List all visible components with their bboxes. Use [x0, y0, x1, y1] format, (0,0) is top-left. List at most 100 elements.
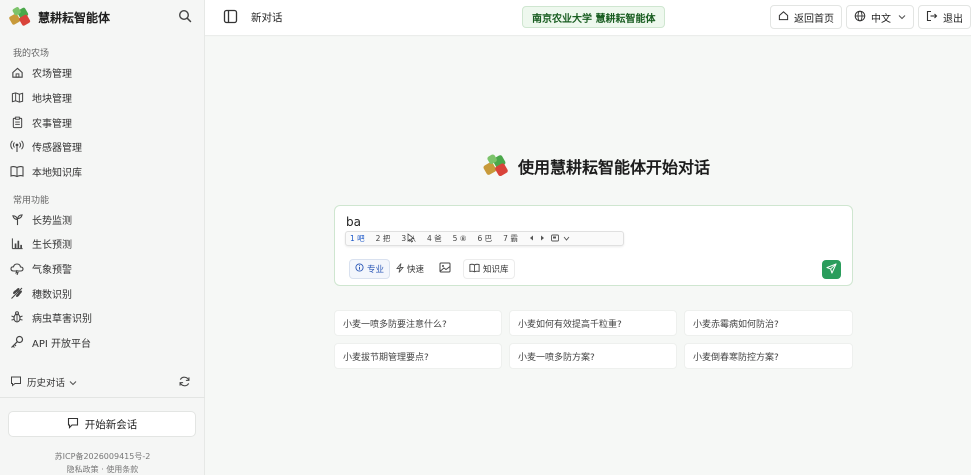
suggestion-card[interactable]: 小麦一喷多防方案?: [509, 343, 677, 369]
sidebar-item-growth-monitoring[interactable]: 长势监测: [10, 208, 196, 230]
history-icon: [10, 375, 22, 390]
new-chat-button[interactable]: 开始新会话: [8, 411, 196, 437]
clipboard-icon: [10, 115, 24, 129]
logout-icon: [926, 10, 938, 25]
suggestion-card[interactable]: 小麦赤霉病如何防治?: [684, 310, 853, 336]
image-icon: [439, 262, 451, 276]
knowledge-base-label: 知识库: [483, 265, 509, 275]
conversation-title: 新对话: [251, 12, 283, 24]
sidebar-item-farm-work[interactable]: 农事管理: [10, 111, 196, 133]
ime-candidate-bar[interactable]: 1 吧 2 把 3 八 4 爸 5 ⑧ 6 巴 7 霸: [345, 231, 624, 246]
section-label-my-farm: 我的农场: [13, 49, 50, 59]
sprout-icon: [10, 212, 24, 226]
home-label: 返回首页: [794, 13, 834, 25]
sidebar-item-sensor-management[interactable]: 传感器管理: [10, 135, 196, 157]
language-label: 中文: [871, 13, 891, 25]
sidebar-item-label: 生长预测: [32, 239, 72, 251]
chevron-down-icon: [69, 375, 77, 389]
book-icon: [469, 263, 480, 276]
sidebar-item-plot-management[interactable]: 地块管理: [10, 86, 196, 108]
suggestion-card[interactable]: 小麦拔节期管理要点?: [334, 343, 502, 369]
upload-image-button[interactable]: [436, 259, 456, 279]
chevron-down-icon[interactable]: [563, 234, 570, 243]
suggestion-card[interactable]: 小麦倒春寒防控方案?: [684, 343, 853, 369]
suggestion-card[interactable]: 小麦如何有效提高千粒重?: [509, 310, 677, 336]
chat-input-box[interactable]: ba 1 吧 2 把 3 八 4 爸 5 ⑧ 6 巴 7 霸 专业 快速 知识库: [334, 205, 853, 286]
topbar: 新对话 南京农业大学 慧耕耘智能体 返回首页 中文 退出: [205, 0, 971, 36]
footer-links: 隐私政策 · 使用条款: [0, 464, 205, 475]
sidebar-item-weather-warning[interactable]: 气象预警: [10, 257, 196, 279]
chat-icon: [67, 417, 79, 432]
ime-candidate[interactable]: 5 ⑧: [453, 234, 467, 243]
sidebar-item-label: 农场管理: [32, 68, 72, 80]
home-icon: [778, 10, 789, 24]
university-badge: 南京农业大学 慧耕耘智能体: [522, 6, 666, 28]
bar-chart-icon: [10, 236, 24, 250]
terms-link[interactable]: 使用条款: [106, 465, 138, 474]
info-icon: [355, 263, 364, 275]
sidebar-divider: [0, 397, 205, 398]
sensor-icon: [10, 139, 24, 153]
suggestion-card[interactable]: 小麦一喷多防要注意什么?: [334, 310, 502, 336]
send-icon: [826, 262, 837, 277]
section-label-common-functions: 常用功能: [13, 196, 50, 206]
logo-icon: [482, 154, 510, 178]
book-icon: [10, 164, 24, 178]
sidebar-item-label: 穗数识别: [32, 289, 72, 301]
wheat-icon: [10, 286, 24, 300]
home-button[interactable]: 返回首页: [770, 5, 842, 29]
privacy-link[interactable]: 隐私政策: [67, 465, 99, 474]
sidebar-item-label: 气象预警: [32, 264, 72, 276]
sidebar-item-local-knowledge-base[interactable]: 本地知识库: [10, 160, 196, 182]
brand[interactable]: 慧耕耘智能体: [8, 6, 110, 28]
new-chat-label: 开始新会话: [84, 418, 138, 431]
sidebar: 慧耕耘智能体 我的农场 农场管理 地块管理 农事管理 传感器管理 本地知识库 常…: [0, 0, 205, 475]
sidebar-item-label: 农事管理: [32, 118, 72, 130]
hero-text: 使用慧耕耘智能体开始对话: [518, 158, 711, 177]
icp-record[interactable]: 苏ICP备2026009415号-2: [0, 451, 205, 462]
refresh-icon[interactable]: [178, 375, 191, 388]
mouse-cursor-icon: [407, 232, 415, 243]
chat-input[interactable]: ba: [346, 215, 361, 229]
sidebar-item-label: 病虫草害识别: [32, 313, 92, 325]
ime-next-icon[interactable]: [540, 234, 545, 243]
logout-button[interactable]: 退出: [918, 5, 971, 29]
bug-icon: [10, 310, 24, 324]
send-button[interactable]: [822, 260, 841, 279]
sidebar-item-ear-counting[interactable]: 穗数识别: [10, 282, 196, 304]
sidebar-item-label: 传感器管理: [32, 142, 82, 154]
sidebar-item-label: 本地知识库: [32, 167, 82, 179]
chevron-down-icon: [898, 12, 906, 23]
cloud-icon: [10, 261, 24, 275]
ime-candidate[interactable]: 2 把: [376, 233, 391, 244]
lightning-icon: [396, 262, 404, 276]
logout-label: 退出: [943, 13, 963, 25]
logo-icon: [8, 7, 32, 27]
ime-candidate[interactable]: 1 吧: [350, 233, 365, 244]
sidebar-item-label: API 开放平台: [32, 338, 91, 350]
home-icon: [10, 65, 24, 79]
language-selector[interactable]: 中文: [846, 5, 914, 29]
knowledge-base-button[interactable]: 知识库: [463, 259, 515, 279]
sidebar-item-label: 地块管理: [32, 93, 72, 105]
ime-settings-icon[interactable]: [550, 234, 560, 244]
ime-prev-icon[interactable]: [529, 234, 534, 243]
history-dropdown[interactable]: 历史对话: [10, 374, 77, 390]
footer-separator: ·: [101, 465, 104, 474]
sidebar-toggle-icon[interactable]: [223, 9, 238, 24]
ime-candidate[interactable]: 4 爸: [427, 233, 442, 244]
ime-candidate[interactable]: 6 巴: [478, 233, 493, 244]
mode-fast-label: 快速: [407, 265, 425, 275]
ime-candidate[interactable]: 7 霸: [503, 233, 518, 244]
sidebar-item-api-platform[interactable]: API 开放平台: [10, 331, 196, 353]
mode-pro-label: 专业: [367, 265, 385, 275]
mode-pro-button[interactable]: 专业: [349, 259, 391, 279]
search-icon[interactable]: [178, 9, 192, 23]
sidebar-item-pest-identification[interactable]: 病虫草害识别: [10, 306, 196, 328]
sidebar-item-growth-prediction[interactable]: 生长预测: [10, 232, 196, 254]
hero-title: 使用慧耕耘智能体开始对话: [482, 154, 710, 178]
brand-title: 慧耕耘智能体: [38, 10, 111, 25]
mode-fast-button[interactable]: 快速: [390, 259, 430, 279]
history-label: 历史对话: [27, 378, 66, 389]
sidebar-item-farm-management[interactable]: 农场管理: [10, 61, 196, 83]
